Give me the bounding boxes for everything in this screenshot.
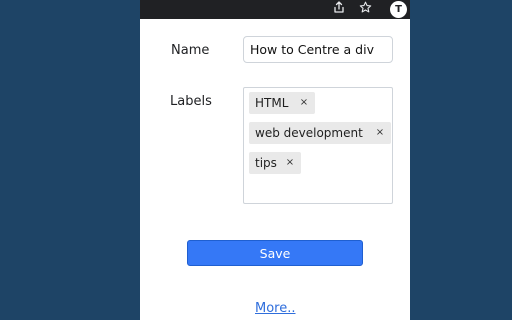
extension-popup: T Name Labels HTML × web development × t… bbox=[140, 0, 410, 320]
label-tag-web-development: web development × bbox=[249, 122, 391, 144]
save-button[interactable]: Save bbox=[187, 240, 363, 266]
share-icon[interactable] bbox=[330, 1, 348, 18]
label-tag-text: tips bbox=[255, 156, 277, 170]
label-tag-html: HTML × bbox=[249, 92, 315, 114]
name-label: Name bbox=[171, 43, 210, 58]
label-tag-text: web development bbox=[255, 126, 363, 140]
profile-avatar-icon[interactable]: T bbox=[390, 1, 407, 18]
label-tag-tips: tips × bbox=[249, 152, 301, 174]
labels-input-box[interactable]: HTML × web development × tips × bbox=[243, 87, 393, 204]
more-link[interactable]: More.. bbox=[255, 301, 296, 317]
remove-tag-icon[interactable]: × bbox=[375, 122, 385, 144]
browser-toolbar-strip: T bbox=[140, 0, 410, 19]
labels-label: Labels bbox=[170, 94, 212, 109]
label-tag-text: HTML bbox=[255, 96, 289, 110]
star-icon[interactable] bbox=[356, 1, 374, 18]
name-input[interactable] bbox=[243, 36, 393, 63]
remove-tag-icon[interactable]: × bbox=[285, 152, 295, 174]
remove-tag-icon[interactable]: × bbox=[299, 92, 309, 114]
